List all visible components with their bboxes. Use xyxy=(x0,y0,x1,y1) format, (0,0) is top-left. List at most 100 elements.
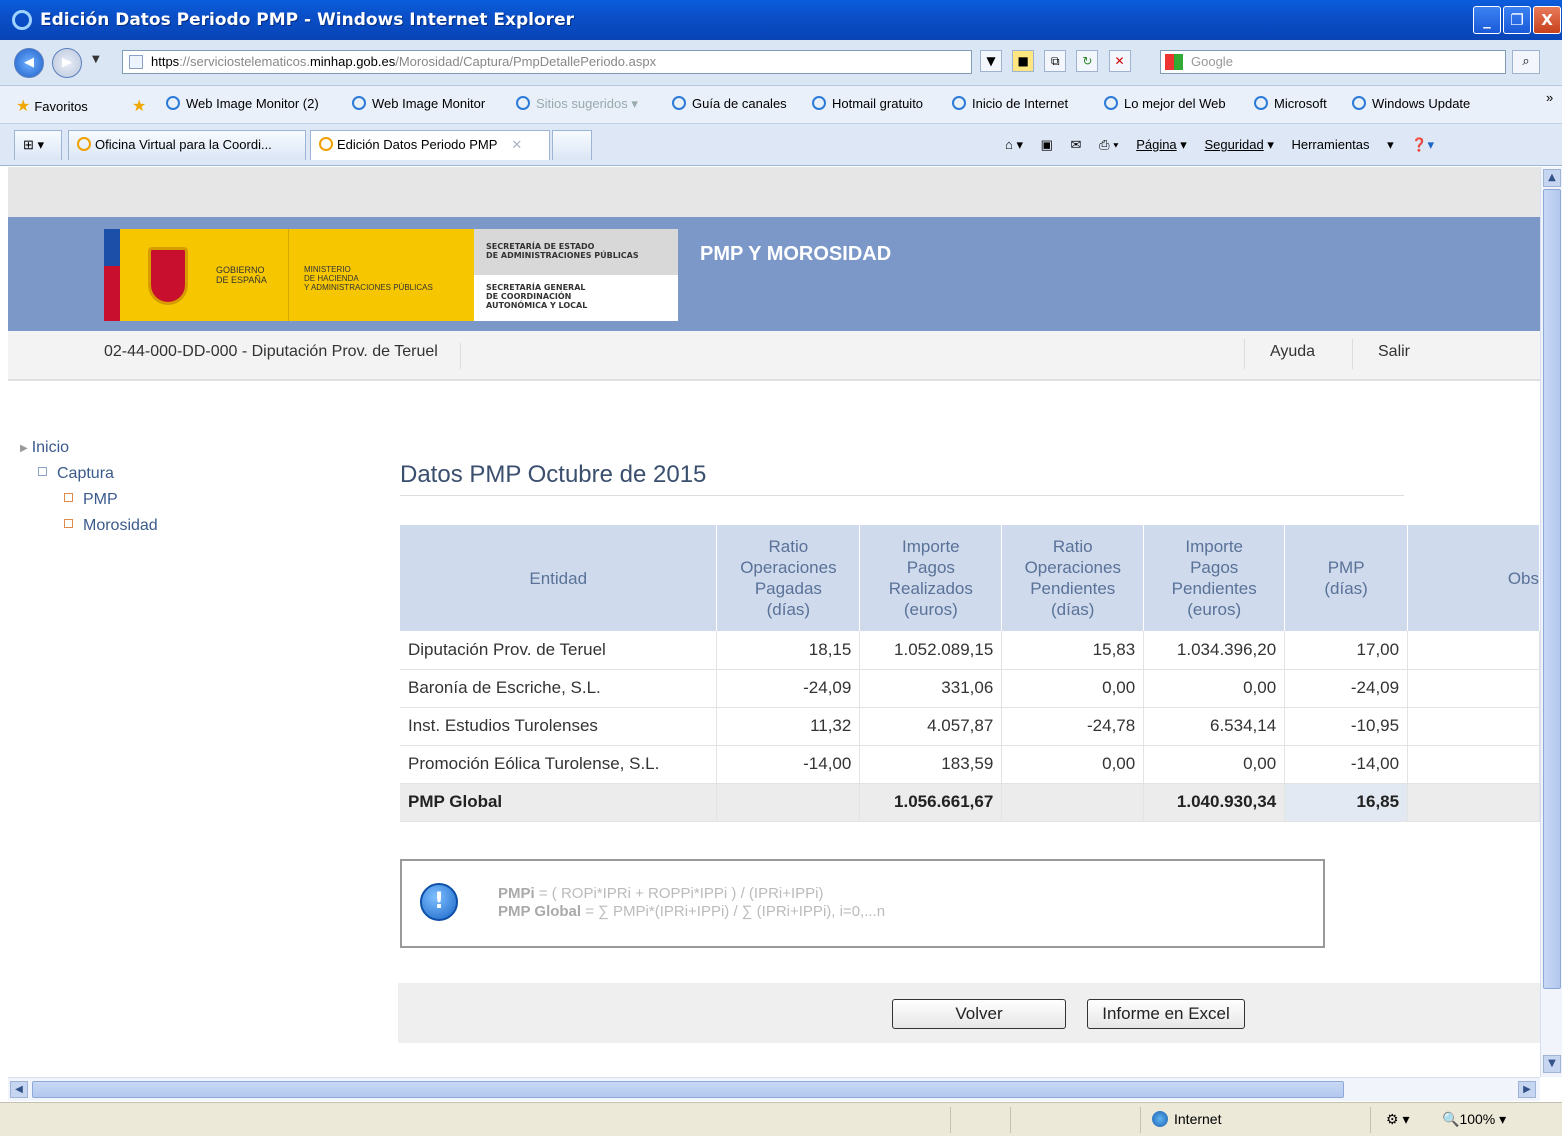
protected-mode-icon[interactable]: ⚙ ▾ xyxy=(1386,1111,1409,1128)
col-ratio-pendientes: Ratio Operaciones Pendientes (días) xyxy=(1001,525,1145,631)
ie-logo-icon xyxy=(12,10,32,30)
search-icon[interactable]: ⌕ xyxy=(1512,50,1540,74)
tools-menu[interactable]: Herramientas ▾ xyxy=(1291,137,1393,152)
nav-item-pmp[interactable]: PMP xyxy=(20,491,158,517)
top-spacer xyxy=(8,167,1540,217)
government-logo: GOBIERNO DE ESPAÑA MINISTERIO DE HACIENDA Y… xyxy=(104,229,678,321)
scroll-left-icon[interactable]: ◀ xyxy=(10,1081,28,1098)
fav-item[interactable]: Inicio de Internet xyxy=(952,96,1068,111)
nav-label: Inicio xyxy=(31,439,70,456)
feeds-icon[interactable]: ▣ xyxy=(1041,137,1053,152)
nav-item-inicio[interactable]: ▶ Inicio xyxy=(20,439,158,465)
divider xyxy=(1352,339,1353,369)
close-button[interactable]: X xyxy=(1533,6,1561,34)
fav-item[interactable]: Lo mejor del Web xyxy=(1104,96,1226,111)
scroll-up-icon[interactable]: ▲ xyxy=(1543,169,1561,187)
stop-icon[interactable]: ✕ xyxy=(1108,50,1131,72)
cell-ropp: -24,78 xyxy=(1001,707,1145,746)
favorites-bar: ★ Favoritos ★ Web Image Monitor (2) Web I… xyxy=(0,86,1562,124)
security-menu-label: Seguridad xyxy=(1204,137,1264,152)
fav-item[interactable]: Microsoft xyxy=(1254,96,1327,111)
tab-oficina-virtual[interactable]: Oficina Virtual para la Coordi... xyxy=(68,130,306,160)
back-icon[interactable]: ◀ xyxy=(14,48,44,78)
nav-item-morosidad[interactable]: Morosidad xyxy=(20,517,158,543)
url-host-prefix: ://serviciostelematicos. xyxy=(179,54,310,69)
address-toolbar: ◀ ▶ ▼ https://serviciostelematicos.minha… xyxy=(0,40,1562,86)
col-ratio-pagadas: Ratio Operaciones Pagadas (días) xyxy=(716,525,861,631)
refresh-icon[interactable]: ↻ xyxy=(1076,50,1099,72)
fav-item[interactable]: Sitios sugeridos ▾ xyxy=(516,96,638,112)
compatibility-icon[interactable]: ⧉ xyxy=(1044,50,1067,72)
lock-icon[interactable]: ■ xyxy=(1012,50,1035,72)
help-link[interactable]: Ayuda xyxy=(1270,343,1315,361)
vertical-scroll-thumb[interactable] xyxy=(1543,189,1561,989)
square-bullet-icon xyxy=(64,493,73,502)
tab-edicion-datos[interactable]: Edición Datos Periodo PMP ✕ xyxy=(310,130,550,160)
page-menu[interactable]: Página ▾ xyxy=(1136,137,1187,152)
new-tab-button[interactable] xyxy=(552,130,592,160)
fav-item[interactable]: Windows Update xyxy=(1352,96,1470,111)
cell-obs xyxy=(1407,669,1540,708)
coat-of-arms-icon xyxy=(148,247,188,305)
window-titlebar: Edición Datos Periodo PMP - Windows Inte… xyxy=(0,0,1562,40)
fav-item[interactable]: Hotmail gratuito xyxy=(812,96,923,111)
globe-icon xyxy=(1152,1111,1168,1127)
header-banner: GOBIERNO DE ESPAÑA MINISTERIO DE HACIENDA Y… xyxy=(8,217,1540,331)
nav-item-captura[interactable]: Captura xyxy=(20,465,158,491)
history-dropdown-icon[interactable]: ▼ xyxy=(92,54,100,65)
zone-label: Internet xyxy=(1174,1111,1222,1127)
cell-ipr: 4.057,87 xyxy=(859,707,1003,746)
chevron-more-icon[interactable]: » xyxy=(1546,90,1553,105)
ie-icon xyxy=(77,137,91,151)
security-menu[interactable]: Seguridad ▾ xyxy=(1204,137,1273,152)
maximize-button[interactable]: ❐ xyxy=(1503,6,1531,34)
formula-global: = ∑ PMPi*(IPRi+IPPi) / ∑ (IPRi+IPPi), i=… xyxy=(581,903,886,920)
tab-label: Edición Datos Periodo PMP xyxy=(337,137,498,152)
horizontal-scrollbar[interactable]: ◀ ▶ xyxy=(8,1077,1540,1101)
scroll-down-icon[interactable]: ▼ xyxy=(1543,1055,1561,1073)
address-input[interactable]: https://serviciostelematicos.minhap.gob.… xyxy=(122,50,972,74)
security-zone[interactable]: Internet xyxy=(1152,1111,1221,1127)
excel-report-button[interactable]: Informe en Excel xyxy=(1087,999,1245,1029)
search-input[interactable]: Google xyxy=(1160,50,1506,74)
cell-global-label: PMP Global xyxy=(400,783,718,822)
table-header-row: Entidad Ratio Operaciones Pagadas (días) Im… xyxy=(400,525,1540,631)
address-dropdown-icon[interactable]: ▼ xyxy=(980,50,1002,72)
fav-item[interactable]: Guía de canales xyxy=(672,96,787,111)
quick-tabs-icon[interactable]: ⊞ ▾ xyxy=(14,130,62,160)
button-bar: Volver Informe en Excel xyxy=(398,983,1540,1043)
mail-icon[interactable]: ✉ xyxy=(1071,137,1082,152)
horizontal-scroll-thumb[interactable] xyxy=(32,1081,1344,1098)
favorites-button[interactable]: ★ Favoritos xyxy=(16,96,88,116)
triangle-right-icon: ▶ xyxy=(20,443,28,454)
url-domain: minhap.gob.es xyxy=(309,54,396,69)
add-favorite-icon[interactable]: ★ xyxy=(132,96,150,116)
vertical-scrollbar[interactable]: ▲ ▼ xyxy=(1540,167,1562,1077)
zoom-control[interactable]: 🔍100% ▾ xyxy=(1442,1111,1506,1128)
google-icon xyxy=(1165,54,1183,70)
page-icon xyxy=(129,55,143,69)
zoom-icon: 🔍 xyxy=(1442,1111,1460,1127)
divider xyxy=(1244,339,1245,369)
page-menu-label: Página xyxy=(1136,137,1177,152)
logout-link[interactable]: Salir xyxy=(1378,343,1410,361)
minimize-button[interactable]: _ xyxy=(1473,6,1501,34)
cell-empty xyxy=(716,783,861,822)
cell-entity: Diputación Prov. de Teruel xyxy=(400,631,718,670)
cell-rop: 18,15 xyxy=(716,631,861,670)
scroll-right-icon[interactable]: ▶ xyxy=(1518,1081,1536,1098)
cell-global-pmp: 16,85 xyxy=(1284,783,1409,822)
forward-icon[interactable]: ▶ xyxy=(52,48,82,78)
back-button[interactable]: Volver xyxy=(892,999,1066,1029)
fav-item[interactable]: Web Image Monitor (2) xyxy=(166,96,319,111)
print-icon[interactable]: ⎙ ▾ xyxy=(1099,137,1118,152)
close-tab-icon[interactable]: ✕ xyxy=(511,137,522,152)
url-scheme: https xyxy=(151,54,180,69)
col-importe-pendientes: Importe Pagos Pendientes (euros) xyxy=(1143,525,1286,631)
info-icon: ! xyxy=(420,883,458,921)
fav-item[interactable]: Web Image Monitor xyxy=(352,96,485,111)
cell-pmp: -10,95 xyxy=(1284,707,1409,746)
help-icon[interactable]: ❓▾ xyxy=(1411,137,1434,152)
col-entidad: Entidad xyxy=(400,525,718,631)
home-icon[interactable]: ⌂ ▾ xyxy=(1005,137,1023,152)
